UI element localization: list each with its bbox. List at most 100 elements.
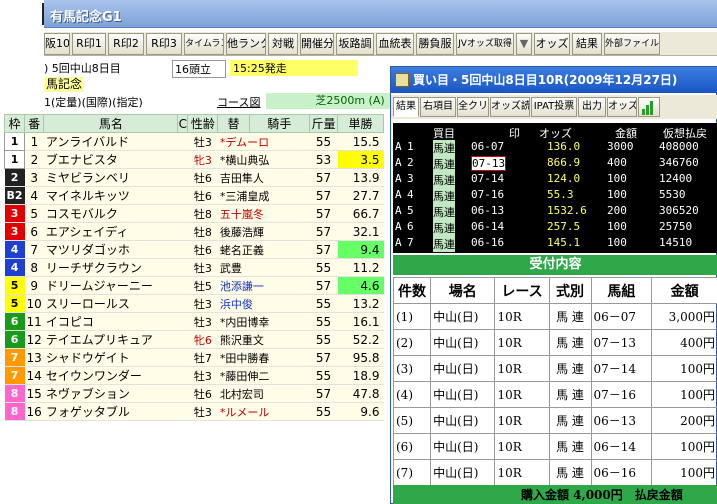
- sex-age: 牝3: [187, 150, 218, 169]
- frame-number: 5: [4, 276, 25, 295]
- horse-table: 枠番馬名 C 性齢替騎手 斤量 単勝 1 1 アンライバルド 牡3 *デムーロ 55 15.5 1 2 ブ…: [3, 114, 384, 421]
- horse-number: 16: [24, 402, 44, 421]
- toolbar-button-4[interactable]: タイムランク: [184, 33, 224, 55]
- frame-number: 6: [4, 330, 25, 349]
- popup-button-4[interactable]: IPAT投票: [531, 97, 577, 117]
- ticket-row[interactable]: A 5 馬連 06-13 1532.6 200 306520: [393, 204, 717, 220]
- toolbar-button-2[interactable]: R印2: [108, 33, 144, 55]
- toolbar-button-6[interactable]: 対戦: [268, 33, 298, 55]
- horse-row[interactable]: 1 2 ブエナビスタ 牝3 *横山典弘 53 3.5: [3, 150, 384, 169]
- ticket-group: A: [395, 140, 402, 153]
- horse-row[interactable]: 7 13 シャドウゲイト 牡7 *田中勝春 57 95.8: [4, 348, 384, 367]
- ticket-index: 3: [407, 172, 414, 185]
- ticket-row[interactable]: A 2 馬連 07-13 866.9 400 346760: [393, 156, 717, 172]
- horse-row[interactable]: 8 15 ネヴァブション 牡6 北村宏司 57 47.8: [4, 384, 384, 403]
- popup-button-2[interactable]: 全クリア: [457, 97, 489, 117]
- toolbar-button-3[interactable]: R印3: [146, 33, 182, 55]
- horse-name: イコピコ: [43, 312, 178, 331]
- bet-type: 馬 連: [548, 459, 592, 486]
- c-mark: [177, 132, 188, 151]
- main-toolbar: 阪10R印1R印2R印3タイムランク他ランク対戦開催分坂路調血統表勝負服JVオッ…: [44, 32, 717, 56]
- horse-row[interactable]: 4 8 リーチザクラウン 牡3 武豊 55 11.2: [4, 258, 384, 277]
- weight: 55: [309, 258, 338, 277]
- horse-row[interactable]: 3 5 コスモバルク 牡8 五十嵐冬 57 66.7: [4, 204, 384, 223]
- jockey: 武豊: [217, 258, 310, 277]
- virtual-payout: 346760: [659, 156, 699, 169]
- horse-row[interactable]: 3 6 エアシェイディ 牡8 後藤浩輝 57 32.1: [4, 222, 384, 241]
- receipt-row: (5) 中山(日) 10R 馬 連 06－13 200円: [392, 407, 717, 434]
- horse-row[interactable]: 7 14 セイウンワンダー 牡3 *藤田伸二 55 18.9: [4, 366, 384, 385]
- win-odds: 3.5: [337, 150, 384, 169]
- chart-button[interactable]: [638, 97, 660, 117]
- toolbar-button-5[interactable]: 他ランク: [226, 33, 266, 55]
- horse-row[interactable]: 8 16 フォゲッタブル 牡3 *ルメール 55 9.6: [4, 402, 384, 421]
- column-header-0: 枠: [3, 114, 26, 133]
- horse-row[interactable]: 1 1 アンライバルド 牡3 *デムーロ 55 15.5: [3, 132, 384, 151]
- receipt-row: (1) 中山(日) 10R 馬 連 06－07 3,000円: [392, 303, 717, 330]
- weight: 55: [309, 132, 338, 151]
- win-odds: 27.7: [337, 186, 384, 205]
- venue: 中山(日): [430, 329, 496, 356]
- toolbar-button-8[interactable]: 坂路調: [336, 33, 374, 55]
- popup-title-bar: 買い目・5回中山8日目10R(2009年12月27日): [391, 67, 717, 93]
- c-mark: [177, 276, 188, 295]
- toolbar-button-0[interactable]: 阪10: [44, 33, 70, 55]
- ticket-row[interactable]: A 6 馬連 06-14 257.5 100 25750: [393, 220, 717, 236]
- horse-row[interactable]: 6 12 テイエムプリキュア 牝6 熊沢重文 55 52.2: [4, 330, 384, 349]
- amount: 3,000円: [651, 303, 717, 330]
- venue: 中山(日): [430, 433, 496, 460]
- c-mark: [177, 186, 188, 205]
- virtual-payout: 5530: [659, 188, 686, 201]
- horse-row[interactable]: 5 9 ドリームジャーニー 牡5 池添謙一 57 4.6: [4, 276, 384, 295]
- popup-button-3[interactable]: オッズ読: [490, 97, 530, 117]
- horse-row[interactable]: 4 7 マツリダゴッホ 牡6 蛯名正義 57 9.4: [4, 240, 384, 259]
- sex-age: 牡3: [187, 258, 218, 277]
- horse-table-header: 枠番馬名 C 性齢替騎手 斤量 単勝: [3, 114, 384, 133]
- popup-button-0[interactable]: 結果: [393, 97, 419, 117]
- horse-row[interactable]: 6 11 イコピコ 牡3 *内田博幸 55 16.1: [4, 312, 384, 331]
- toolbar-button-9[interactable]: 血統表: [376, 33, 414, 55]
- ticket-row[interactable]: A 1 馬連 06-07 136.0 3000 408000: [393, 140, 717, 156]
- toolbar-button-14[interactable]: 結果: [572, 33, 602, 55]
- race-name: 馬記念: [44, 77, 85, 92]
- frame-number: 8: [4, 384, 25, 403]
- frame-number: B2: [4, 186, 25, 205]
- toolbar-button-13[interactable]: オッズ: [534, 33, 570, 55]
- toolbar-button-1[interactable]: R印1: [72, 33, 106, 55]
- post-time: 15:25発走: [230, 60, 358, 76]
- c-mark: [177, 168, 188, 187]
- weight: 57: [309, 348, 338, 367]
- toolbar-button-12[interactable]: ▼: [516, 33, 532, 55]
- popup-button-5[interactable]: 出力: [578, 97, 606, 117]
- combination: 06－14: [590, 433, 653, 460]
- ticket-header-4: 仮想払戻: [663, 127, 707, 140]
- horse-row[interactable]: 5 10 スリーロールス 牡3 浜中俊 55 13.2: [4, 294, 384, 313]
- toolbar-button-10[interactable]: 勝負服: [416, 33, 454, 55]
- jockey: *横山典弘: [217, 150, 310, 169]
- horse-row[interactable]: 2 3 ミヤビランベリ 牡6 吉田隼人 57 13.9: [4, 168, 384, 187]
- toolbar-button-15[interactable]: 外部ファイル: [604, 33, 660, 55]
- course-map-link[interactable]: コース図: [217, 94, 260, 110]
- receipt-col-3: 式別: [548, 277, 592, 304]
- win-odds: 9.4: [337, 240, 384, 259]
- popup-button-6[interactable]: オッズ': [607, 97, 637, 117]
- column-header-1: 番: [24, 114, 45, 133]
- toolbar-button-11[interactable]: JVオッズ取得: [456, 33, 514, 55]
- window-title: 有馬記念G1: [50, 10, 122, 25]
- win-odds: 13.2: [337, 294, 384, 313]
- horse-row[interactable]: B2 4 マイネルキッツ 牡6 *三浦皇成 57 27.7: [4, 186, 384, 205]
- popup-button-1[interactable]: 右項目: [420, 97, 456, 117]
- horse-number: 9: [24, 276, 44, 295]
- ticket-group: A: [395, 204, 402, 217]
- amount: 100円: [651, 355, 717, 382]
- receipt-col-5: 金額: [651, 277, 717, 304]
- win-odds: 66.7: [337, 204, 384, 223]
- sex-age: 牡6: [187, 240, 218, 259]
- toolbar-button-7[interactable]: 開催分: [300, 33, 334, 55]
- ticket-row[interactable]: A 7 馬連 06-16 145.1 100 14510: [393, 236, 717, 252]
- ticket-row[interactable]: A 3 馬連 07-14 124.0 100 12400: [393, 172, 717, 188]
- ticket-row[interactable]: A 4 馬連 07-16 55.3 100 5530: [393, 188, 717, 204]
- bet-combination: 07-13: [471, 156, 507, 171]
- horse-name: コスモバルク: [43, 204, 178, 223]
- bet-amount: 100: [607, 220, 627, 233]
